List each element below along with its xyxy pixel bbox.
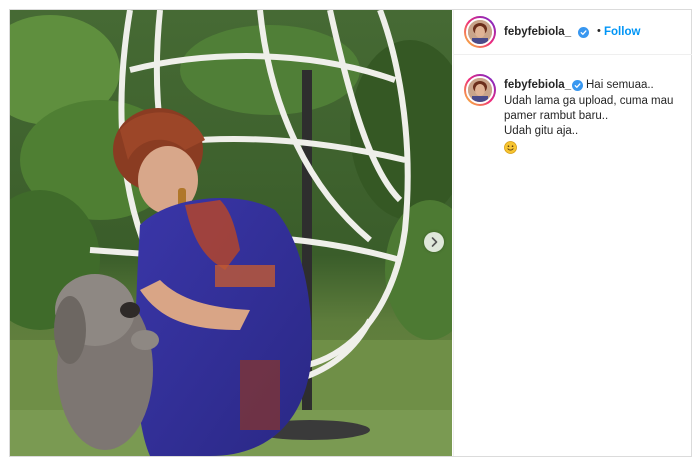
avatar[interactable] <box>464 16 496 48</box>
caption-first-line: Hai semuaa.. <box>586 79 654 91</box>
chevron-right-icon <box>431 237 438 247</box>
avatar-picture <box>468 20 492 44</box>
caption-avatar-image <box>466 76 494 104</box>
caption-line: Udah gitu aja.. <box>504 125 579 137</box>
caption-avatar[interactable] <box>464 74 496 106</box>
next-photo-button[interactable] <box>424 232 444 252</box>
caption-line: Udah lama ga upload, cuma mau <box>504 95 674 107</box>
instagram-post: febyfebiola_ • Follow febyfebiola_ Hai s… <box>9 9 692 457</box>
follow-button[interactable]: Follow <box>604 26 640 38</box>
caption-username[interactable]: febyfebiola_ <box>504 79 571 91</box>
caption-avatar-picture <box>468 78 492 102</box>
slightly-smiling-face-icon <box>504 141 517 154</box>
post-sidebar: febyfebiola_ • Follow febyfebiola_ Hai s… <box>453 10 692 456</box>
post-header: febyfebiola_ • Follow <box>454 10 692 55</box>
separator-dot: • <box>597 25 601 37</box>
verified-badge-icon <box>572 80 583 91</box>
post-photo-image <box>10 10 452 456</box>
caption-text: Udah lama ga upload, cuma mau pamer ramb… <box>504 94 684 159</box>
caption-line: pamer rambut baru.. <box>504 110 609 122</box>
avatar-image <box>466 18 494 46</box>
verified-badge-icon <box>578 27 589 38</box>
post-author-username[interactable]: febyfebiola_ <box>504 26 571 38</box>
post-photo[interactable] <box>10 10 452 456</box>
